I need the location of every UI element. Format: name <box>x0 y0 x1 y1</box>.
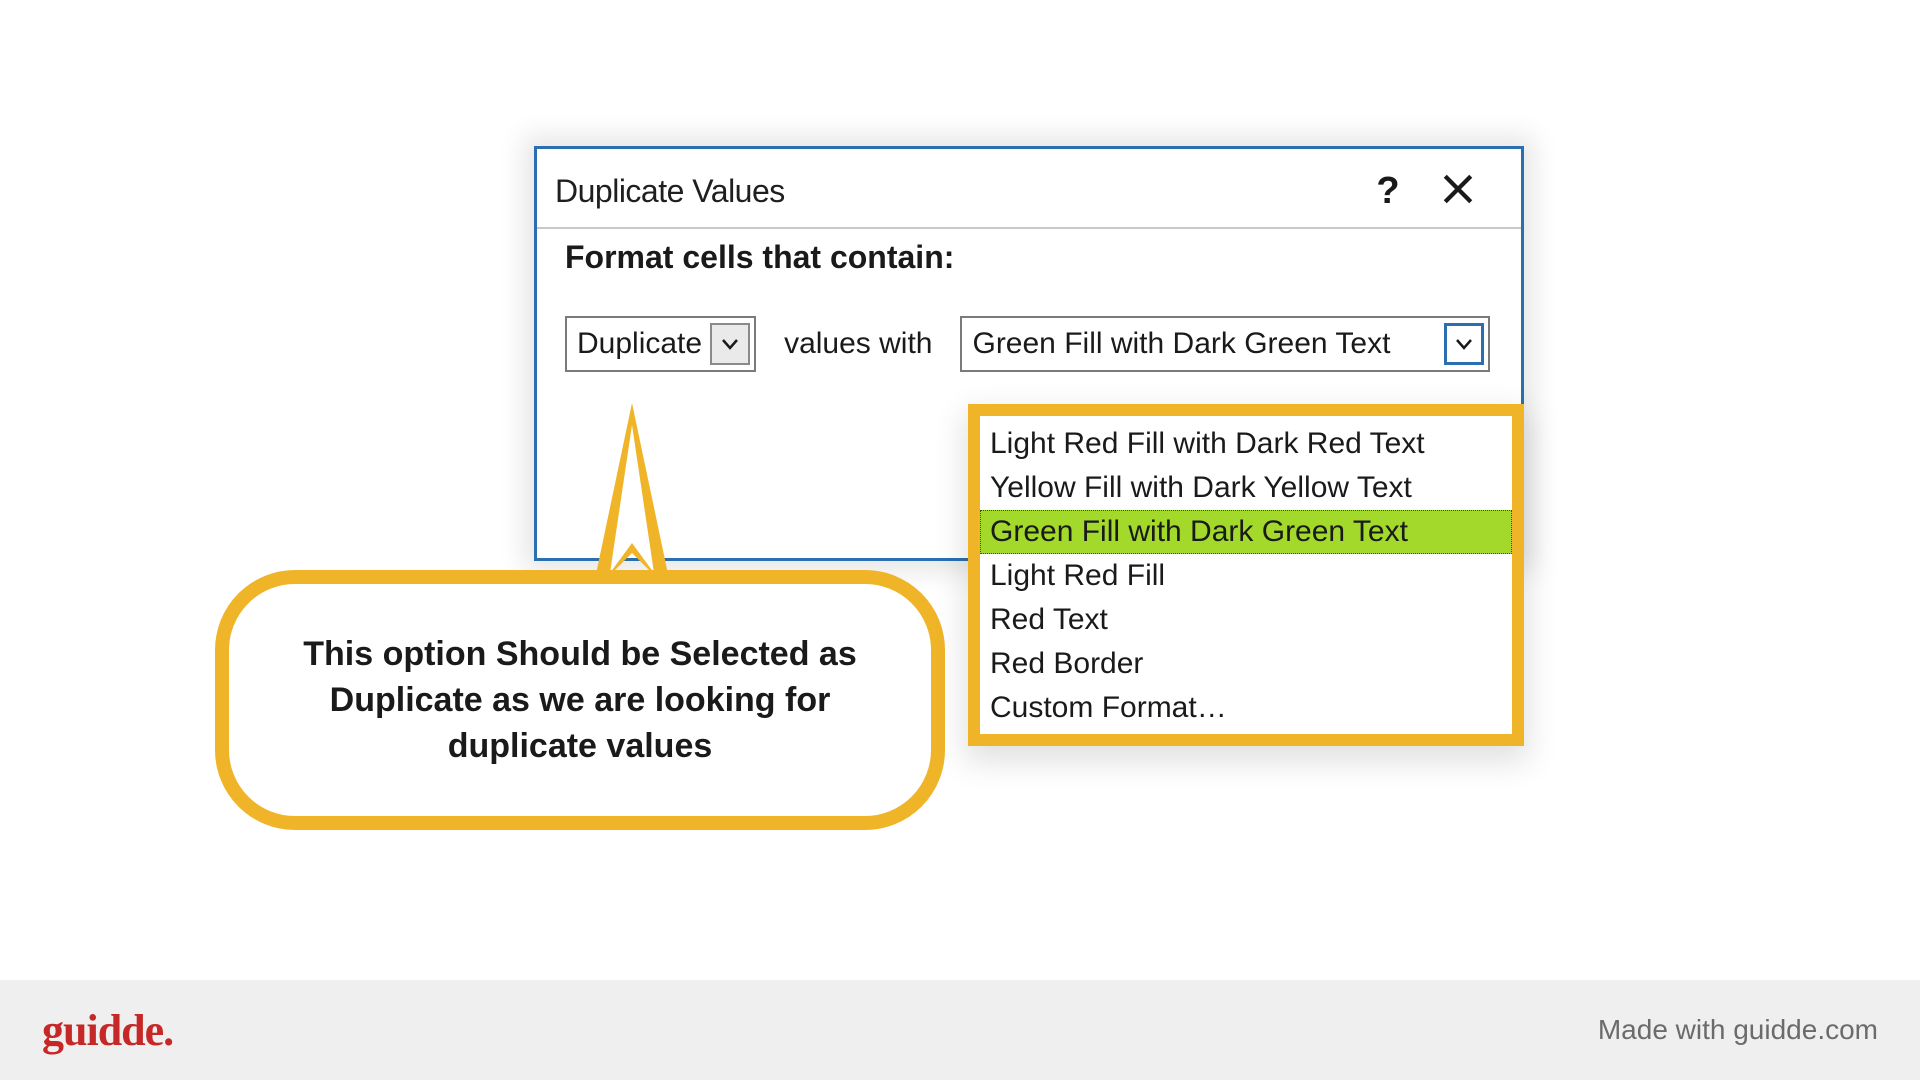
annotation-text: This option Should be Selected as Duplic… <box>259 631 901 769</box>
made-with-label: Made with guidde.com <box>1598 1014 1878 1046</box>
type-combobox-value: Duplicate <box>577 327 702 361</box>
chevron-down-icon <box>1455 338 1473 350</box>
format-option[interactable]: Red Text <box>980 598 1512 642</box>
format-dropdown-list[interactable]: Light Red Fill with Dark Red TextYellow … <box>968 404 1524 746</box>
dialog-body: Format cells that contain: Duplicate val… <box>537 229 1521 392</box>
dialog-title: Duplicate Values <box>555 173 1363 210</box>
format-option[interactable]: Red Border <box>980 642 1512 686</box>
chevron-down-icon <box>721 338 739 350</box>
annotation-callout: This option Should be Selected as Duplic… <box>215 570 945 830</box>
format-option[interactable]: Light Red Fill with Dark Red Text <box>980 422 1512 466</box>
dialog-titlebar: Duplicate Values ? <box>537 149 1521 229</box>
brand-logo: guidde. <box>42 1005 173 1056</box>
format-option[interactable]: Light Red Fill <box>980 554 1512 598</box>
format-combobox-value: Green Fill with Dark Green Text <box>972 327 1390 361</box>
format-combobox-button[interactable] <box>1444 323 1484 365</box>
values-with-label: values with <box>784 327 932 361</box>
format-row: Duplicate values with Green Fill with Da… <box>565 316 1503 372</box>
help-icon[interactable]: ? <box>1363 170 1413 213</box>
footer-strip: guidde. Made with guidde.com <box>0 980 1920 1080</box>
close-button[interactable] <box>1413 172 1503 211</box>
format-option[interactable]: Custom Format… <box>980 686 1512 730</box>
type-combobox[interactable]: Duplicate <box>565 316 756 372</box>
type-combobox-button[interactable] <box>710 323 750 365</box>
close-icon <box>1441 172 1475 206</box>
format-option[interactable]: Green Fill with Dark Green Text <box>980 510 1512 554</box>
format-option[interactable]: Yellow Fill with Dark Yellow Text <box>980 466 1512 510</box>
dialog-instruction: Format cells that contain: <box>565 239 1503 276</box>
format-combobox[interactable]: Green Fill with Dark Green Text <box>960 316 1490 372</box>
